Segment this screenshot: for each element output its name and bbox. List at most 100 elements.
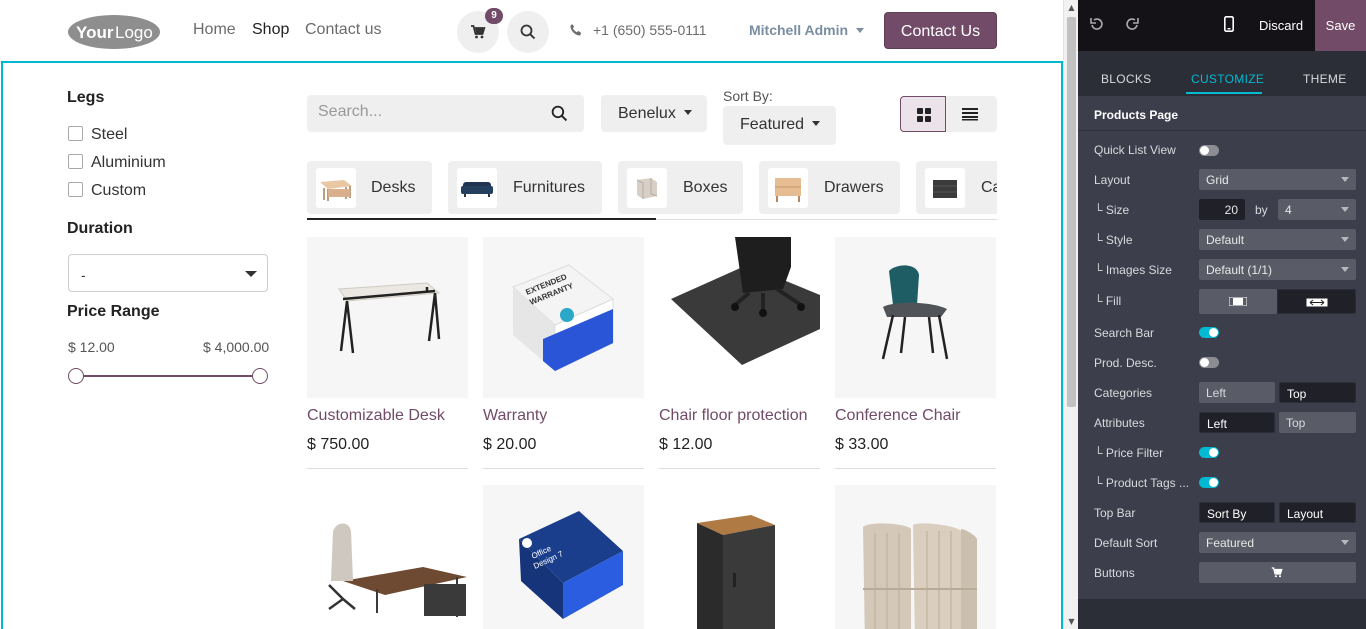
product-name[interactable]: Conference Chair xyxy=(835,407,960,425)
tab-theme[interactable]: THEME xyxy=(1303,72,1347,86)
product-tags-label: └ Product Tags ... xyxy=(1094,476,1189,490)
scroll-up-arrow-icon[interactable]: ▲ xyxy=(1064,0,1079,15)
categories-top-option[interactable]: Top xyxy=(1279,382,1356,403)
list-view-button[interactable] xyxy=(946,96,997,132)
discard-button[interactable]: Discard xyxy=(1259,18,1303,33)
phone-contact[interactable]: +1 (650) 555-0111 xyxy=(569,22,707,38)
product-image[interactable]: EXTENDED WARRANTY xyxy=(483,237,644,398)
category-furnitures[interactable]: Furnitures xyxy=(448,161,602,214)
scroll-down-arrow-icon[interactable]: ▼ xyxy=(1064,614,1079,629)
product-image[interactable] xyxy=(307,485,468,629)
price-max-handle[interactable] xyxy=(252,368,268,384)
nav-home[interactable]: Home xyxy=(193,21,236,39)
product-name[interactable]: Chair floor protection xyxy=(659,407,808,425)
category-boxes[interactable]: Boxes xyxy=(618,161,743,214)
attributes-label: Attributes xyxy=(1094,416,1145,430)
grid-view-button[interactable] xyxy=(900,96,946,132)
divider xyxy=(307,468,468,469)
duration-select[interactable]: - xyxy=(68,254,268,292)
product-name[interactable]: Customizable Desk xyxy=(307,407,445,425)
tab-blocks[interactable]: BLOCKS xyxy=(1101,72,1152,86)
editor-toolbar: Discard Save xyxy=(1078,0,1366,51)
preview-scrollbar[interactable]: ▲ ▼ xyxy=(1063,0,1078,629)
fill-label: └ Fill xyxy=(1094,294,1122,308)
caret-down-icon xyxy=(1341,237,1349,242)
search-bar-toggle[interactable] xyxy=(1199,327,1219,338)
attributes-left-option[interactable]: Left xyxy=(1199,412,1275,433)
mobile-preview-icon[interactable] xyxy=(1224,16,1234,32)
search-button[interactable] xyxy=(507,11,549,53)
sort-value: Featured xyxy=(740,116,805,133)
product-price: $ 33.00 xyxy=(835,436,889,453)
legs-option-custom[interactable]: Custom xyxy=(68,182,146,200)
cart-icon xyxy=(1271,567,1283,578)
nav-shop[interactable]: Shop xyxy=(252,21,289,39)
default-sort-label: Default Sort xyxy=(1094,536,1158,550)
style-select[interactable]: Default xyxy=(1199,229,1356,250)
images-size-select[interactable]: Default (1/1) xyxy=(1199,259,1356,280)
price-range-track xyxy=(76,375,260,377)
size-input[interactable]: 20 xyxy=(1199,199,1245,220)
fill-option-contain[interactable] xyxy=(1199,289,1277,314)
product-search-box[interactable] xyxy=(307,95,584,132)
pricelist-value: Benelux xyxy=(618,105,676,122)
size-columns-select[interactable]: 4 xyxy=(1278,199,1356,220)
box-thumbnail xyxy=(627,168,667,208)
product-image[interactable] xyxy=(307,237,468,398)
price-range-title: Price Range xyxy=(67,303,160,320)
top-bar-layout-option[interactable]: Layout xyxy=(1279,502,1356,523)
price-min-handle[interactable] xyxy=(68,368,84,384)
product-image[interactable] xyxy=(659,485,820,629)
price-filter-toggle[interactable] xyxy=(1199,447,1219,458)
size-columns-value: 4 xyxy=(1285,203,1292,217)
tab-customize[interactable]: CUSTOMIZE xyxy=(1191,72,1264,86)
caret-down-icon xyxy=(1341,207,1349,212)
price-filter-label: └ Price Filter xyxy=(1094,446,1164,460)
category-drawers[interactable]: Drawers xyxy=(759,161,900,214)
category-label: Furnitures xyxy=(513,179,586,196)
sort-dropdown[interactable]: Featured xyxy=(723,106,836,145)
legs-option-label: Custom xyxy=(91,182,147,199)
pricelist-dropdown[interactable]: Benelux xyxy=(601,95,707,132)
checkbox[interactable] xyxy=(68,126,83,141)
categories-left-option[interactable]: Left xyxy=(1199,382,1275,403)
product-tags-toggle[interactable] xyxy=(1199,477,1219,488)
contact-us-button[interactable]: Contact Us xyxy=(884,12,997,49)
fill-option-cover[interactable] xyxy=(1277,289,1356,314)
undo-icon[interactable] xyxy=(1090,17,1104,31)
category-desks[interactable]: Desks xyxy=(307,161,432,214)
category-cabinets[interactable]: Ca xyxy=(916,161,997,214)
product-search-input[interactable] xyxy=(318,103,538,121)
site-logo[interactable]: Your Logo xyxy=(67,14,161,50)
site-header: Your Logo Home Shop Contact us 9 +1 (650… xyxy=(0,0,1063,61)
attributes-top-option[interactable]: Top xyxy=(1279,412,1356,433)
quick-list-view-toggle[interactable] xyxy=(1199,145,1219,156)
scrollbar-thumb[interactable] xyxy=(1067,17,1076,407)
cart-icon xyxy=(471,25,486,39)
nav-contact-us[interactable]: Contact us xyxy=(305,21,381,39)
user-menu[interactable]: Mitchell Admin xyxy=(749,22,865,38)
price-max-value: $ 4,000.00 xyxy=(203,339,270,355)
save-button[interactable]: Save xyxy=(1315,0,1366,51)
product-image[interactable]: Office Design 7 xyxy=(483,485,644,629)
top-bar-sort-option[interactable]: Sort By xyxy=(1199,502,1275,523)
grid-icon xyxy=(917,108,931,122)
checkbox[interactable] xyxy=(68,154,83,169)
legs-option-steel[interactable]: Steel xyxy=(68,126,127,144)
price-min-value: $ 12.00 xyxy=(68,339,115,355)
product-image[interactable] xyxy=(835,237,996,398)
search-icon[interactable] xyxy=(551,105,568,122)
drawer-thumbnail xyxy=(768,168,808,208)
duration-filter-title: Duration xyxy=(67,220,133,237)
checkbox[interactable] xyxy=(68,182,83,197)
default-sort-select[interactable]: Featured xyxy=(1199,532,1356,553)
product-image[interactable] xyxy=(659,237,820,398)
product-name[interactable]: Warranty xyxy=(483,407,547,425)
legs-option-aluminium[interactable]: Aluminium xyxy=(68,154,166,172)
layout-select[interactable]: Grid xyxy=(1199,169,1356,190)
product-image[interactable] xyxy=(835,485,996,629)
caret-down-icon xyxy=(1341,177,1349,182)
redo-icon[interactable] xyxy=(1125,17,1139,31)
buttons-cart-option[interactable] xyxy=(1199,562,1356,583)
prod-desc-toggle[interactable] xyxy=(1199,357,1219,368)
